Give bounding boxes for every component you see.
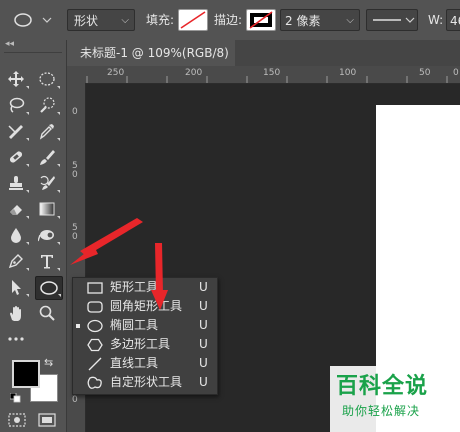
watermark-logo: 百科全说 助你轻松解决 [330, 366, 460, 432]
watermark-title: 百科全说 [336, 374, 429, 399]
annotation-arrow-flyout [155, 243, 163, 294]
annotation-arrow-head [151, 290, 168, 310]
watermark-subtitle: 助你轻松解决 [342, 404, 421, 418]
